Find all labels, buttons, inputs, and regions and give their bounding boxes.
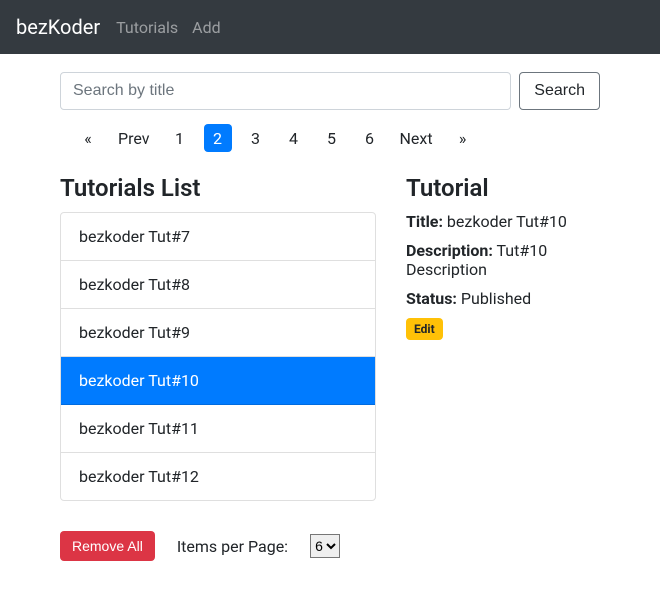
items-per-page-select[interactable]: 6 [310, 534, 340, 558]
detail-status-value: Published [461, 289, 531, 308]
detail-status-label: Status: [406, 289, 457, 308]
detail-status-row: Status: Published [406, 289, 600, 308]
nav-link-add[interactable]: Add [192, 18, 220, 37]
detail-heading: Tutorial [406, 174, 600, 202]
page-4[interactable]: 4 [280, 124, 308, 152]
page-6[interactable]: 6 [356, 124, 384, 152]
search-input[interactable] [60, 72, 511, 110]
page-1[interactable]: 1 [166, 124, 194, 152]
main-container: Search « Prev 1 2 3 4 5 6 Next » Tutoria… [0, 54, 660, 591]
page-2[interactable]: 2 [204, 124, 232, 152]
list-footer: Remove All Items per Page: 6 [60, 531, 376, 561]
content-row: Tutorials List bezkoder Tut#7 bezkoder T… [60, 174, 600, 561]
page-prev[interactable]: Prev [112, 124, 156, 152]
items-per-page-label: Items per Page: [177, 537, 288, 556]
list-item[interactable]: bezkoder Tut#12 [61, 453, 375, 500]
list-item[interactable]: bezkoder Tut#11 [61, 405, 375, 453]
detail-title-value: bezkoder Tut#10 [447, 212, 567, 231]
navbar: bezKoder Tutorials Add [0, 0, 660, 54]
detail-description-label: Description: [406, 241, 493, 260]
left-column: Tutorials List bezkoder Tut#7 bezkoder T… [60, 174, 376, 561]
pagination: « Prev 1 2 3 4 5 6 Next » [74, 124, 600, 152]
brand[interactable]: bezKoder [16, 15, 100, 39]
page-next[interactable]: Next [394, 124, 439, 152]
right-column: Tutorial Title: bezkoder Tut#10 Descript… [406, 174, 600, 561]
tutorials-list: bezkoder Tut#7 bezkoder Tut#8 bezkoder T… [60, 212, 376, 501]
page-5[interactable]: 5 [318, 124, 346, 152]
detail-title-label: Title: [406, 212, 443, 231]
nav-link-tutorials[interactable]: Tutorials [116, 18, 178, 37]
list-item[interactable]: bezkoder Tut#10 [61, 357, 375, 405]
detail-title-row: Title: bezkoder Tut#10 [406, 212, 600, 231]
list-item[interactable]: bezkoder Tut#8 [61, 261, 375, 309]
list-item[interactable]: bezkoder Tut#9 [61, 309, 375, 357]
list-item[interactable]: bezkoder Tut#7 [61, 213, 375, 261]
list-heading: Tutorials List [60, 174, 376, 202]
remove-all-button[interactable]: Remove All [60, 531, 155, 561]
page-last[interactable]: » [449, 124, 477, 152]
search-row: Search [60, 72, 600, 110]
edit-button[interactable]: Edit [406, 318, 443, 340]
detail-description-row: Description: Tut#10 Description [406, 241, 600, 279]
page-3[interactable]: 3 [242, 124, 270, 152]
search-button[interactable]: Search [519, 72, 600, 110]
page-first[interactable]: « [74, 124, 102, 152]
